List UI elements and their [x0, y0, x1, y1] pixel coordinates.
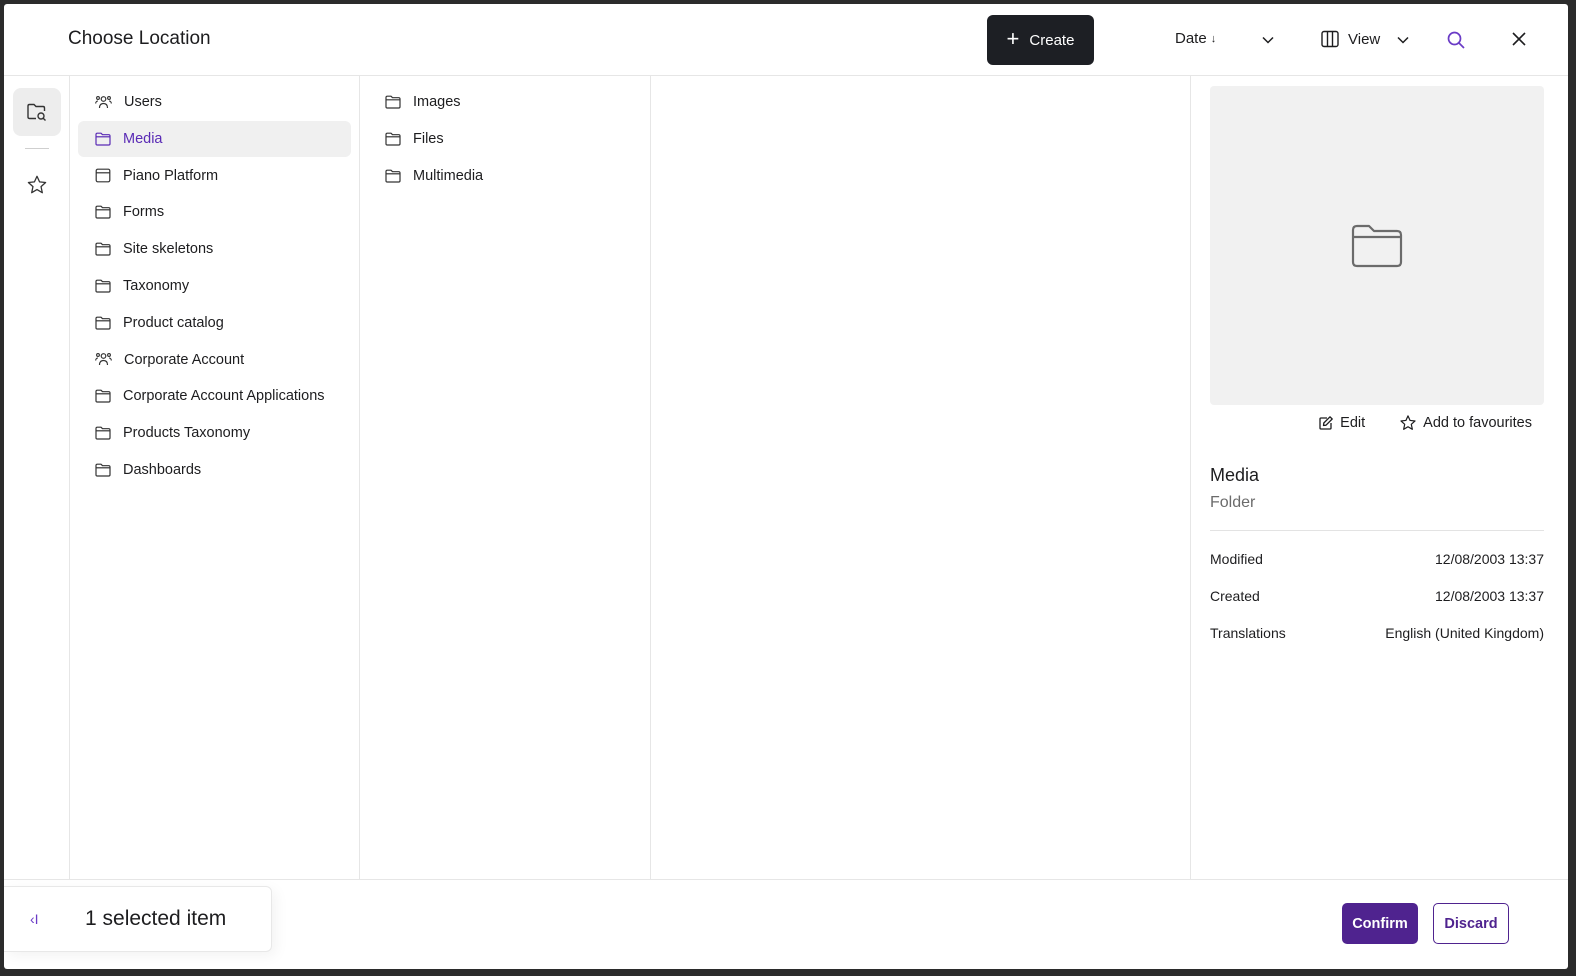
star-icon[interactable] — [26, 174, 48, 196]
selected-count: 1 selected item — [85, 907, 227, 930]
tree-item-label: Corporate Account Applications — [123, 388, 325, 405]
tree-item-label: Users — [124, 94, 162, 110]
tree-item-label: Products Taxonomy — [123, 425, 251, 442]
property-value: 12/08/2003 13:37 — [1435, 551, 1544, 567]
tree-column-2: Images Files Multimedia — [360, 76, 651, 879]
tree-item-label: Files — [413, 130, 444, 147]
tree-item-label: Dashboards — [123, 462, 202, 478]
selection-summary: ‹I 1 selected item — [4, 886, 272, 952]
edit-label: Edit — [1340, 415, 1366, 431]
users-icon — [95, 95, 118, 110]
collapse-icon[interactable]: ‹I — [30, 911, 39, 927]
rail-divider — [25, 148, 49, 149]
sort-label: Date — [1175, 30, 1207, 47]
tree-item-piano-platform[interactable]: Piano Platform — [78, 158, 351, 194]
folder-icon — [385, 95, 407, 109]
tree-column-3 — [651, 76, 1191, 879]
dialog-title: Choose Location — [68, 28, 211, 49]
tree-item-label: Forms — [123, 204, 165, 221]
property-label: Modified — [1210, 551, 1263, 567]
tree-item-label: Corporate Account — [124, 351, 245, 368]
edit-button[interactable]: Edit — [1318, 415, 1365, 431]
details-divider — [1210, 530, 1544, 531]
folder-icon — [95, 279, 117, 293]
tree-item-corporate-account-applications[interactable]: Corporate Account Applications — [78, 378, 351, 414]
item-name: Media — [1210, 465, 1260, 485]
choose-location-dialog: Choose Location + Create Date ↓ View Use… — [4, 4, 1568, 969]
folder-icon — [95, 205, 117, 219]
property-row-modified: Modified 12/08/2003 13:37 — [1210, 551, 1544, 567]
details-actions: Edit Add to favourites — [1210, 409, 1544, 437]
star-icon — [1400, 415, 1416, 430]
add-to-favourites-label: Add to favourites — [1423, 415, 1532, 431]
tree-item-label: Product catalog — [123, 314, 224, 331]
side-rail — [4, 76, 70, 879]
tree-item-multimedia[interactable]: Multimedia — [368, 158, 641, 194]
columns-icon — [1321, 30, 1339, 48]
property-value: English (United Kingdom) — [1385, 625, 1544, 641]
folder-icon — [95, 132, 117, 146]
tree-item-label: Piano Platform — [123, 167, 219, 184]
dialog-footer: ‹I 1 selected item Confirm Discard — [4, 879, 1568, 969]
tree-item-media[interactable]: Media — [78, 120, 351, 157]
folder-icon — [95, 426, 117, 440]
tree-item-corporate-account[interactable]: Corporate Account — [78, 342, 351, 378]
sort-button[interactable]: Date ↓ — [1175, 30, 1216, 47]
property-value: 12/08/2003 13:37 — [1435, 588, 1544, 604]
folder-icon — [385, 169, 407, 183]
add-to-favourites-button[interactable]: Add to favourites — [1399, 414, 1532, 432]
folder-icon — [95, 463, 117, 477]
tree-item-users[interactable]: Users — [78, 84, 351, 120]
plus-icon: + — [1006, 26, 1020, 51]
folder-icon — [385, 132, 407, 146]
item-type: Folder — [1210, 494, 1256, 511]
property-row-created: Created 12/08/2003 13:37 — [1210, 588, 1544, 604]
confirm-button[interactable]: Confirm — [1342, 903, 1418, 944]
folder-icon — [1351, 224, 1403, 267]
folder-preview — [1210, 86, 1544, 405]
folder-icon — [95, 316, 117, 330]
dialog-header: Choose Location + Create Date ↓ View — [4, 4, 1568, 76]
users-icon — [95, 352, 118, 367]
folder-search-icon — [27, 103, 46, 121]
tree-item-dashboards[interactable]: Dashboards — [78, 452, 351, 488]
create-button[interactable]: + Create — [987, 15, 1094, 65]
discard-button[interactable]: Discard — [1433, 903, 1509, 944]
edit-icon — [1319, 416, 1334, 430]
search-icon[interactable] — [1446, 30, 1466, 50]
tree-item-product-catalog[interactable]: Product catalog — [78, 305, 351, 341]
tree-item-label: Multimedia — [413, 167, 484, 184]
tree-item-label: Media — [123, 130, 163, 147]
tree-item-taxonomy[interactable]: Taxonomy — [78, 268, 351, 304]
view-label: View — [1348, 30, 1381, 48]
tree-item-label: Site skeletons — [123, 241, 214, 258]
create-label: Create — [1029, 31, 1075, 49]
sort-chevron-down-icon[interactable] — [1262, 36, 1274, 44]
property-label: Translations — [1210, 625, 1286, 641]
window-icon — [95, 168, 117, 183]
folder-icon — [95, 389, 117, 403]
tree-item-label: Images — [413, 94, 461, 110]
sort-direction-icon: ↓ — [1210, 32, 1217, 45]
tree-column-1: Users Media Piano Platform Forms Site skelet… — [70, 76, 360, 879]
view-chevron-down-icon[interactable] — [1397, 36, 1409, 44]
property-label: Created — [1210, 588, 1260, 604]
tree-item-label: Taxonomy — [123, 278, 190, 294]
view-button[interactable]: View — [1321, 30, 1380, 48]
property-row-translations: Translations English (United Kingdom) — [1210, 625, 1544, 641]
tree-item-forms[interactable]: Forms — [78, 194, 351, 230]
folder-icon — [95, 242, 117, 256]
close-icon[interactable] — [1511, 31, 1527, 47]
tree-item-products-taxonomy[interactable]: Products Taxonomy — [78, 415, 351, 451]
tree-item-images[interactable]: Images — [368, 84, 641, 120]
tree-item-site-skeletons[interactable]: Site skeletons — [78, 231, 351, 267]
tree-item-files[interactable]: Files — [368, 121, 641, 157]
browse-locations-button[interactable] — [13, 88, 61, 136]
details-panel: Edit Add to favourites Media Folder Modi… — [1191, 76, 1568, 879]
